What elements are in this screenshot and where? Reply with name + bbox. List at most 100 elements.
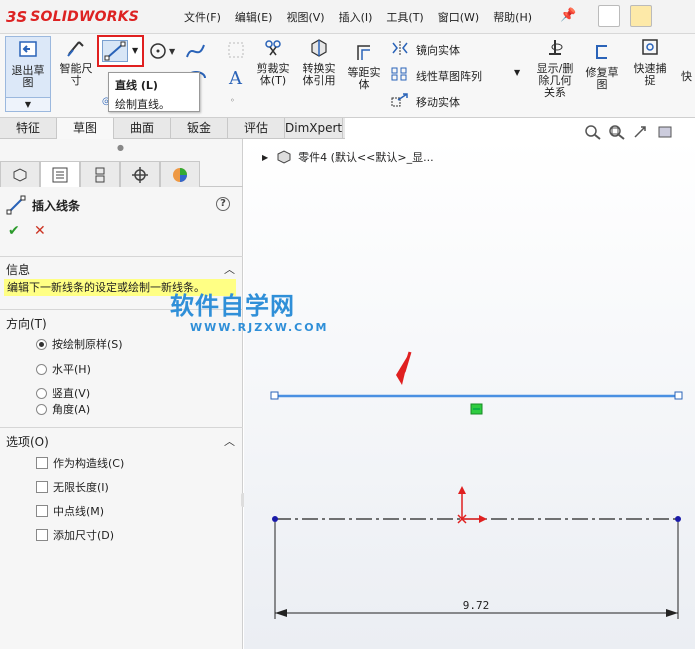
menu-view[interactable]: 视图(V) [286,9,324,25]
direction-option-angle[interactable]: 角度(A) [36,401,90,417]
new-document-icon[interactable] [598,5,620,27]
sketch-fillet-icon[interactable] [226,40,246,62]
dimension-value[interactable]: 9.72 [463,599,490,612]
radio-button[interactable] [36,387,47,399]
open-document-icon[interactable] [630,5,652,27]
property-title-text: 插入线条 [32,198,81,213]
chevron-up-icon[interactable]: ︿ [224,433,235,449]
option-infinite-length[interactable]: 无限长度(I) [36,479,109,495]
divider [0,427,243,428]
panel-collapse-handle[interactable]: ● [0,139,243,161]
offset-entities-button[interactable]: 等距实 体 [344,42,384,91]
radio-label: 竖直(V) [52,387,91,400]
solidworks-logo[interactable]: 3S SOLIDWORKS [6,5,139,29]
checkbox[interactable] [36,529,48,541]
linear-pattern-label[interactable]: 线性草图阵列 [416,68,482,84]
smart-dimension-button[interactable]: 智能尺 寸 [56,38,96,87]
checkbox[interactable] [36,505,48,517]
tab-features[interactable]: 特征 [0,118,57,139]
line-endpoint[interactable] [272,516,278,522]
feature-manager-tab[interactable] [0,161,40,187]
tab-evaluate[interactable]: 评估 [228,118,285,139]
tooltip-title: 直线 (L) [115,79,158,92]
mirror-entities-label[interactable]: 镜向实体 [416,42,460,58]
circle-tool-icon[interactable]: ▼ [148,40,178,62]
menu-file[interactable]: 文件(F) [184,9,221,25]
line-endpoint[interactable] [675,516,681,522]
exit-sketch-dropdown[interactable]: ▼ [5,98,51,112]
checkbox[interactable] [36,457,48,469]
line-icon [102,40,128,62]
configuration-manager-tab[interactable] [80,161,120,187]
checkbox[interactable] [36,481,48,493]
radio-button[interactable] [36,338,47,350]
tab-sketch[interactable]: 草图 [57,118,114,139]
watermark-url: WWW.RJZXW.COM [190,321,329,334]
convert-entities-label: 转换实 体引用 [302,62,336,87]
direction-option-horizontal[interactable]: 水平(H) [36,361,91,377]
mirror-entities-icon[interactable] [390,40,410,56]
option-midpoint-line[interactable]: 中点线(M) [36,503,104,519]
tab-dimxpert[interactable]: DimXpert [285,118,343,139]
cancel-x-icon[interactable]: ✕ [34,223,46,239]
line-tooltip: 直线 (L) 绘制直线。 [108,72,200,112]
svg-text:A: A [228,68,243,88]
help-icon[interactable]: ? [216,197,230,211]
trim-entities-button[interactable]: 剪裁实 体(T) [253,38,293,87]
point-tool-icon[interactable]: ◦ [230,96,235,105]
quick-more-label[interactable]: 快 [681,68,692,84]
menu-window[interactable]: 窗口(W) [438,9,479,25]
show-delete-relations-button[interactable]: 显示/删 除几何 关系 [532,38,578,99]
convert-entities-button[interactable]: 转换实 体引用 [298,38,340,87]
pattern-dropdown-icon[interactable]: ▼ [514,68,520,77]
menu-help[interactable]: 帮助(H) [493,9,532,25]
tab-surfaces[interactable]: 曲面 [114,118,171,139]
section-view-icon[interactable] [656,124,674,140]
display-manager-tab[interactable] [160,161,200,187]
divider [0,256,243,257]
line-endpoint[interactable] [674,391,683,400]
zoom-to-fit-icon[interactable] [584,124,602,140]
quick-snaps-button[interactable]: 快速捕 捉 [630,38,670,87]
move-entities-label[interactable]: 移动实体 [416,94,460,110]
command-manager-tabs: 特征 草图 曲面 钣金 评估 DimXpert [0,118,345,139]
title-bar: 3S SOLIDWORKS 文件(F) 编辑(E) 视图(V) 插入(I) 工具… [0,0,695,34]
linear-pattern-icon[interactable] [390,66,410,82]
line-dropdown-icon[interactable]: ▼ [132,46,138,55]
exit-sketch-button[interactable]: 退出草 图 [5,36,51,98]
direction-option-vertical[interactable]: 竖直(V) [36,385,90,401]
spline-tool-icon[interactable] [184,40,208,62]
move-entities-icon[interactable] [390,92,410,108]
radio-button[interactable] [36,363,47,375]
quick-snaps-label: 快速捕 捉 [633,62,667,87]
quick-access-toolbar [598,5,662,27]
option-construction[interactable]: 作为构造线(C) [36,455,124,471]
menu-edit[interactable]: 编辑(E) [235,9,273,25]
chevron-up-icon[interactable]: ︿ [224,261,235,277]
property-manager-tab[interactable] [40,161,80,187]
svg-text:▼: ▼ [169,47,176,56]
previous-view-icon[interactable] [632,124,650,140]
options-section-header[interactable]: 选项(O) [6,433,49,450]
direction-section-header[interactable]: 方向(T) [6,315,47,332]
radio-button[interactable] [36,403,47,415]
line-tool-button[interactable]: ▼ [97,35,144,67]
option-add-dimensions[interactable]: 添加尺寸(D) [36,527,114,543]
menu-insert[interactable]: 插入(I) [339,9,373,25]
trim-label: 剪裁实 体(T) [256,62,290,87]
ok-check-icon[interactable]: ✔ [8,223,20,239]
pin-icon[interactable]: 📌 [560,8,576,23]
checkbox-label: 无限长度(I) [53,481,109,494]
tab-sheet-metal[interactable]: 钣金 [171,118,228,139]
zoom-area-icon[interactable] [608,124,626,140]
menu-tools[interactable]: 工具(T) [386,9,423,25]
sketch-text-icon[interactable]: A [226,66,246,88]
dimxpert-manager-tab[interactable] [120,161,160,187]
property-manager-icon [52,167,68,182]
line-endpoint[interactable] [270,391,279,400]
repair-sketch-button[interactable]: 修复草 图 [582,42,622,91]
radio-label: 角度(A) [52,403,91,416]
direction-option-as-sketched[interactable]: 按绘制原样(S) [36,336,123,352]
info-section-header[interactable]: 信息 [6,261,30,278]
sketch-geometry: 9.72 [270,351,683,619]
